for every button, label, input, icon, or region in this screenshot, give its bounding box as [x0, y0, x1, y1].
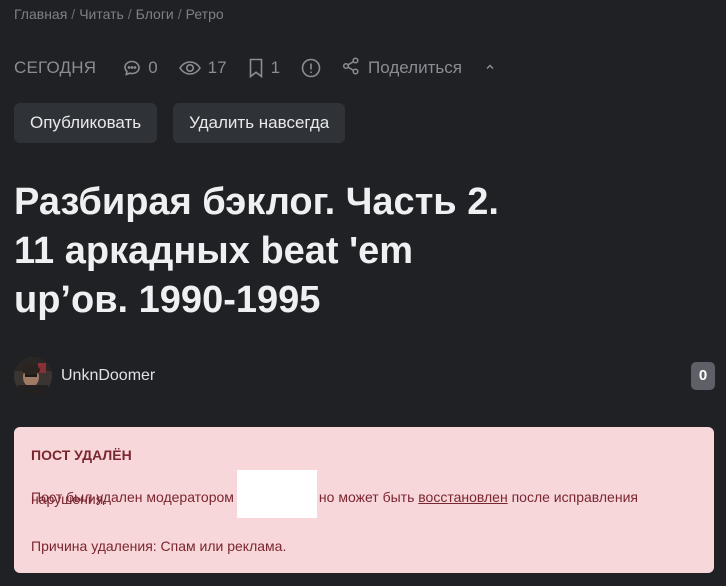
eye-icon	[178, 58, 202, 78]
publish-button[interactable]: Опубликовать	[14, 103, 158, 143]
alert-icon	[300, 57, 322, 79]
bookmarks-count: 1	[270, 58, 281, 77]
avatar[interactable]	[14, 357, 52, 395]
notice-text-middle: но может быть	[318, 489, 415, 505]
comments-counter[interactable]: 0	[122, 58, 158, 78]
breadcrumb-blogs[interactable]: Блоги	[136, 6, 174, 22]
breadcrumb-retro[interactable]: Ретро	[186, 6, 224, 22]
deleted-notice: ПОСТ УДАЛЁН Пост был удален модератором н…	[14, 427, 714, 573]
bookmark-icon	[247, 57, 265, 79]
views-count: 17	[207, 58, 227, 77]
notice-text-after: после исправления	[511, 489, 638, 505]
comment-icon	[122, 58, 142, 78]
delete-forever-button[interactable]: Удалить навсегда	[173, 103, 346, 143]
breadcrumb-home[interactable]: Главная	[14, 6, 67, 22]
breadcrumb-separator: /	[71, 6, 76, 22]
share-icon	[342, 56, 360, 80]
comments-count: 0	[148, 58, 158, 77]
views-counter: 17	[178, 58, 227, 78]
notice-heading: ПОСТ УДАЛЁН	[31, 447, 132, 463]
breadcrumb-separator: /	[127, 6, 132, 22]
author-block[interactable]: UnknDoomer	[14, 357, 155, 395]
post-date: СЕГОДНЯ	[14, 58, 97, 77]
breadcrumb: Главная / Читать / Блоги / Ретро	[14, 6, 224, 22]
post-actions: Опубликовать Удалить навсегда	[14, 103, 346, 143]
post-meta-bar: СЕГОДНЯ 0 17 1 Поделиться	[14, 55, 496, 81]
author-count-badge: 0	[691, 362, 715, 390]
share-button[interactable]: Поделиться	[342, 56, 462, 80]
moderator-redacted	[236, 470, 317, 518]
notice-text-line2: нарушения.	[31, 491, 108, 507]
bookmarks-counter[interactable]: 1	[247, 57, 280, 79]
share-label: Поделиться	[368, 58, 462, 77]
breadcrumb-read[interactable]: Читать	[79, 6, 124, 22]
chevron-up-icon[interactable]	[484, 58, 496, 78]
deletion-reason: Причина удаления: Спам или реклама.	[31, 538, 287, 554]
report-button[interactable]	[300, 57, 322, 79]
author-name[interactable]: UnknDoomer	[61, 367, 155, 385]
post-title: Разбирая бэклог. Часть 2. 11 аркадных be…	[14, 181, 499, 321]
notice-text: Пост был удален модератором но может быть…	[31, 470, 638, 518]
breadcrumb-separator: /	[177, 6, 182, 22]
restore-link[interactable]: восстановлен	[418, 489, 507, 505]
